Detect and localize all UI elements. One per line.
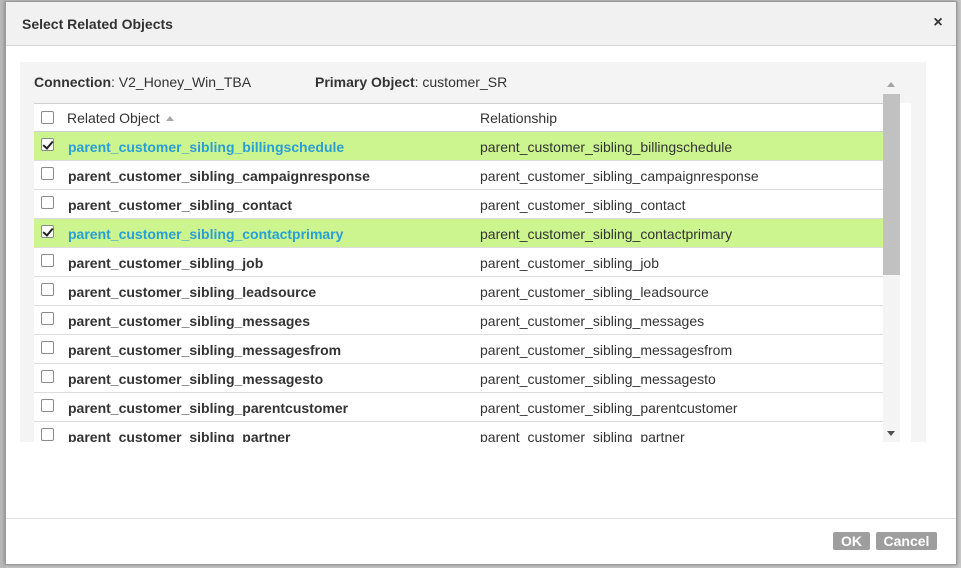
relationship-name: parent_customer_sibling_campaignresponse [480, 168, 759, 184]
related-objects-table: Related Object Relationship parent_custo… [34, 103, 911, 442]
sort-ascending-icon [165, 116, 174, 121]
table-row[interactable]: parent_customer_sibling_messagesto parent… [34, 364, 890, 393]
relationship-name: parent_customer_sibling_billingschedule [480, 139, 733, 155]
relationship-name: parent_customer_sibling_messagesfrom [480, 342, 733, 358]
relationship-name: parent_customer_sibling_parentcustomer [480, 400, 738, 416]
relationship-name: parent_customer_sibling_contactprimary [480, 226, 733, 242]
related-object-name: parent_customer_sibling_contactprimary [68, 226, 344, 242]
select-all-checkbox[interactable] [41, 111, 54, 124]
row-checkbox[interactable] [41, 341, 54, 354]
table-row[interactable]: parent_customer_sibling_contact parent_cu… [34, 190, 890, 219]
related-object-name: parent_customer_sibling_messagesfrom [68, 342, 342, 358]
row-checkbox[interactable] [41, 399, 54, 412]
related-object-name: parent_customer_sibling_messagesto [68, 371, 324, 387]
column-header-relationship: Relationship [480, 110, 558, 126]
footer-divider [6, 518, 956, 519]
table-scrollbar[interactable] [883, 74, 900, 442]
row-checkbox-cell [41, 312, 54, 325]
row-checkbox[interactable] [41, 370, 54, 383]
scrollbar-thumb[interactable] [883, 94, 900, 275]
row-checkbox-cell [41, 370, 54, 383]
row-checkbox-cell [41, 167, 54, 180]
row-checkbox-cell [41, 399, 54, 412]
row-checkbox[interactable] [41, 254, 54, 267]
row-checkbox[interactable] [41, 196, 54, 209]
column-header-related-object-label: Related Object [67, 110, 160, 126]
row-checkbox-cell [41, 225, 54, 238]
content-panel: Connection: V2_Honey_Win_TBA Primary Obj… [20, 62, 926, 442]
related-object-name: parent_customer_sibling_leadsource [68, 284, 317, 300]
related-object-name: parent_customer_sibling_parentcustomer [68, 400, 349, 416]
table-row[interactable]: parent_customer_sibling_parentcustomer pa… [34, 393, 890, 422]
related-object-name: parent_customer_sibling_billingschedule [68, 139, 345, 155]
row-checkbox[interactable] [41, 283, 54, 296]
row-checkbox-cell [41, 283, 54, 296]
close-icon[interactable]: × [930, 14, 946, 32]
connection-value: : V2_Honey_Win_TBA [111, 74, 252, 90]
relationship-name: parent_customer_sibling_contact [480, 197, 686, 213]
row-checkbox[interactable] [41, 167, 54, 180]
primary-object-info: Primary Object: customer_SR [315, 74, 507, 90]
primary-object-value: : customer_SR [414, 74, 508, 90]
relationship-name: parent_customer_sibling_partner [480, 429, 685, 442]
connection-info: Connection: V2_Honey_Win_TBA [34, 74, 251, 90]
select-related-objects-dialog: Select Related Objects × Connection: V2_… [5, 1, 957, 565]
relationship-name: parent_customer_sibling_messages [480, 313, 705, 329]
row-checkbox[interactable] [41, 312, 54, 325]
relationship-name: parent_customer_sibling_leadsource [480, 284, 709, 300]
related-object-name: parent_customer_sibling_messages [68, 313, 310, 329]
ok-button[interactable]: OK [833, 532, 870, 550]
row-checkbox-cell [41, 428, 54, 441]
table-row[interactable]: parent_customer_sibling_leadsource parent… [34, 277, 890, 306]
row-checkbox-cell [41, 341, 54, 354]
relationship-name: parent_customer_sibling_messagesto [480, 371, 716, 387]
table-row[interactable]: parent_customer_sibling_messages parent_c… [34, 306, 890, 335]
related-object-name: parent_customer_sibling_partner [68, 429, 291, 442]
table-row[interactable]: parent_customer_sibling_campaignresponse… [34, 161, 890, 190]
table-row[interactable]: parent_customer_sibling_job parent_custom… [34, 248, 890, 277]
table-row[interactable]: parent_customer_sibling_messagesfrom pare… [34, 335, 890, 364]
related-object-name: parent_customer_sibling_job [68, 255, 264, 271]
row-checkbox[interactable] [41, 138, 54, 151]
related-object-name: parent_customer_sibling_contact [68, 197, 293, 213]
primary-object-label: Primary Object [315, 74, 415, 90]
row-checkbox-cell [41, 196, 54, 209]
scroll-down-icon[interactable] [887, 431, 895, 436]
row-checkbox-cell [41, 254, 54, 267]
related-object-name: parent_customer_sibling_campaignresponse [68, 168, 370, 184]
dialog-header: Select Related Objects × [6, 2, 956, 46]
table-row[interactable]: parent_customer_sibling_billingschedule p… [34, 132, 890, 161]
column-header-related-object[interactable]: Related Object [67, 110, 174, 126]
dialog-title: Select Related Objects [22, 16, 173, 32]
row-checkbox[interactable] [41, 225, 54, 238]
scroll-up-icon[interactable] [887, 82, 895, 87]
select-all-cell [41, 111, 54, 124]
row-checkbox-cell [41, 138, 54, 151]
row-checkbox[interactable] [41, 428, 54, 441]
table-header: Related Object Relationship [34, 103, 890, 132]
table-row[interactable]: parent_customer_sibling_partner parent_cu… [34, 422, 890, 442]
table-body: parent_customer_sibling_billingschedulep… [34, 132, 890, 442]
cancel-button[interactable]: Cancel [876, 532, 937, 550]
relationship-name: parent_customer_sibling_job [480, 255, 659, 271]
table-row[interactable]: parent_customer_sibling_contactprimary pa… [34, 219, 890, 248]
connection-label: Connection [34, 74, 111, 90]
